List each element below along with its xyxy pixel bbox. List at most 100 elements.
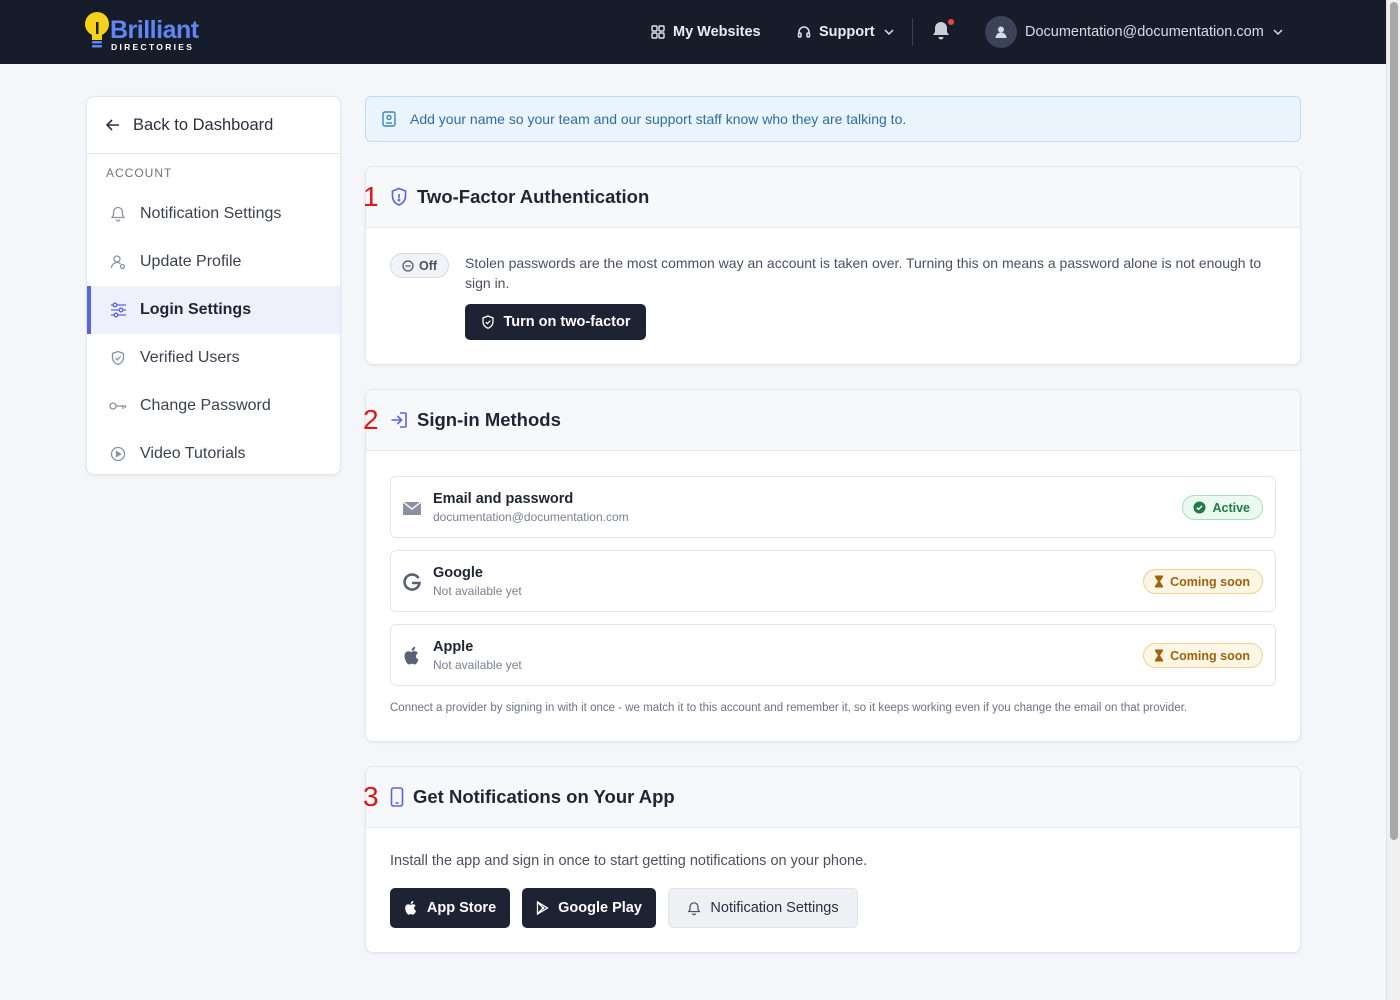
google-play-button[interactable]: Google Play <box>522 888 656 928</box>
turn-on-two-factor-button[interactable]: Turn on two-factor <box>465 304 646 340</box>
my-websites-label: My Websites <box>673 24 761 40</box>
method-name: Apple <box>433 639 474 655</box>
sidebar-item-verified-users[interactable]: Verified Users <box>87 334 340 382</box>
notification-settings-button[interactable]: Notification Settings <box>668 888 858 928</box>
check-circle-icon <box>1193 501 1206 514</box>
step-marker: 3 <box>363 781 379 812</box>
sliders-icon <box>109 301 127 319</box>
user-icon <box>109 253 127 271</box>
sign-in-method-google[interactable]: Google Not available yet Coming soon <box>390 550 1276 612</box>
apple-icon <box>401 645 423 667</box>
shield-check-icon <box>109 349 127 367</box>
app-notifications-description: Install the app and sign in once to star… <box>390 853 868 869</box>
shield-icon <box>391 187 407 206</box>
brand-logo[interactable]: Brilliant DIRECTORIES <box>84 10 199 54</box>
sidebar-item-video-tutorials[interactable]: Video Tutorials <box>87 430 340 474</box>
two-factor-card: 1 Two-Factor Authentication Off Stolen p… <box>363 166 1301 365</box>
mail-icon <box>401 497 423 519</box>
bell-icon <box>109 205 127 223</box>
status-badge: Coming soon <box>1143 569 1263 594</box>
sidebar-item-update-profile[interactable]: Update Profile <box>87 238 340 286</box>
account-menu[interactable]: Documentation@documentation.com <box>1025 0 1284 64</box>
method-subtitle: Not available yet <box>433 658 522 672</box>
step-marker: 1 <box>363 181 379 212</box>
banner-text: Add your name so your team and our suppo… <box>410 111 907 127</box>
page-scrollbar[interactable] <box>1386 0 1400 1000</box>
support-label: Support <box>819 24 875 40</box>
status-badge: Off <box>390 253 449 278</box>
badge-text: Coming soon <box>1170 574 1250 589</box>
sign-in-methods-note: Connect a provider by signing in with it… <box>390 702 1188 714</box>
card-title: Get Notifications on Your App <box>413 786 675 807</box>
smartphone-icon <box>390 787 404 807</box>
scrollbar-thumb[interactable] <box>1390 2 1398 840</box>
method-subtitle: documentation@documentation.com <box>433 510 629 524</box>
account-sidebar: Back to Dashboard ACCOUNT Notification S… <box>86 96 341 475</box>
notifications-button[interactable] <box>930 19 954 44</box>
button-label: App Store <box>426 900 497 916</box>
minus-circle-icon <box>402 259 414 272</box>
sidebar-item-label: Update Profile <box>140 253 242 270</box>
button-label: Google Play <box>558 900 642 916</box>
headset-icon <box>797 26 811 38</box>
back-label: Back to Dashboard <box>133 115 274 134</box>
info-banner: Add your name so your team and our suppo… <box>365 96 1301 142</box>
hourglass-icon <box>1155 575 1164 588</box>
back-to-dashboard-link[interactable]: Back to Dashboard <box>87 97 340 154</box>
sidebar-item-notification-settings[interactable]: Notification Settings <box>87 190 340 238</box>
method-subtitle: Not available yet <box>433 584 522 598</box>
app-store-button[interactable]: App Store <box>390 888 510 928</box>
method-name: Email and password <box>433 491 574 507</box>
status-badge: Active <box>1182 495 1263 520</box>
status-text: Off <box>418 258 438 273</box>
sidebar-item-label: Verified Users <box>140 349 240 366</box>
arrow-left-icon <box>105 119 119 131</box>
sidebar-item-label: Video Tutorials <box>140 445 246 462</box>
sidebar-item-change-password[interactable]: Change Password <box>87 382 340 430</box>
play-circle-icon <box>109 445 127 463</box>
method-name: Google <box>433 565 483 581</box>
grid-icon <box>651 25 665 39</box>
sidebar-item-label: Login Settings <box>140 301 252 318</box>
notification-dot <box>948 19 954 25</box>
logo-subtitle: DIRECTORIES <box>111 42 195 52</box>
card-header: Sign-in Methods <box>366 390 1300 451</box>
my-websites-link[interactable]: My Websites <box>651 0 761 64</box>
bell-icon <box>688 901 701 915</box>
google-play-icon <box>536 901 549 915</box>
hourglass-icon <box>1155 649 1164 662</box>
badge-text: Active <box>1212 500 1250 515</box>
apple-icon <box>405 900 416 915</box>
button-label: Turn on two-factor <box>503 314 631 330</box>
id-card-icon <box>382 111 396 127</box>
step-marker: 2 <box>363 404 379 435</box>
sign-in-method-email[interactable]: Email and password documentation@documen… <box>390 476 1276 538</box>
chevron-down-icon <box>884 29 894 36</box>
card-header: Get Notifications on Your App <box>366 767 1300 828</box>
badge-text: Coming soon <box>1170 648 1250 663</box>
card-header: Two-Factor Authentication <box>366 167 1300 228</box>
lightbulb-icon <box>85 12 109 48</box>
app-notifications-card: 3 Get Notifications on Your App Install … <box>363 766 1301 953</box>
support-menu[interactable]: Support <box>797 0 895 64</box>
top-navbar: Brilliant DIRECTORIES My Websites Suppor… <box>0 0 1386 64</box>
sidebar-item-label: Change Password <box>140 397 271 414</box>
sign-in-methods-card: 2 Sign-in Methods Email and password doc… <box>363 389 1301 742</box>
sign-in-method-apple[interactable]: Apple Not available yet Coming soon <box>390 624 1276 686</box>
shield-check-icon <box>481 314 494 329</box>
status-badge: Coming soon <box>1143 643 1263 668</box>
sign-in-icon <box>391 412 407 428</box>
card-title: Two-Factor Authentication <box>417 186 650 207</box>
avatar[interactable] <box>985 16 1017 48</box>
chevron-down-icon <box>1273 29 1283 36</box>
button-label: Notification Settings <box>710 900 839 916</box>
user-email: Documentation@documentation.com <box>1025 24 1264 40</box>
card-title: Sign-in Methods <box>417 409 561 430</box>
logo-wordmark: Brilliant <box>110 16 199 44</box>
sidebar-item-login-settings[interactable]: Login Settings <box>87 286 340 334</box>
nav-divider <box>912 18 913 46</box>
google-icon <box>401 571 423 593</box>
two-factor-description: Stolen passwords are the most common way… <box>465 255 1262 291</box>
sidebar-section-heading: ACCOUNT <box>106 166 173 180</box>
key-icon <box>109 397 127 415</box>
